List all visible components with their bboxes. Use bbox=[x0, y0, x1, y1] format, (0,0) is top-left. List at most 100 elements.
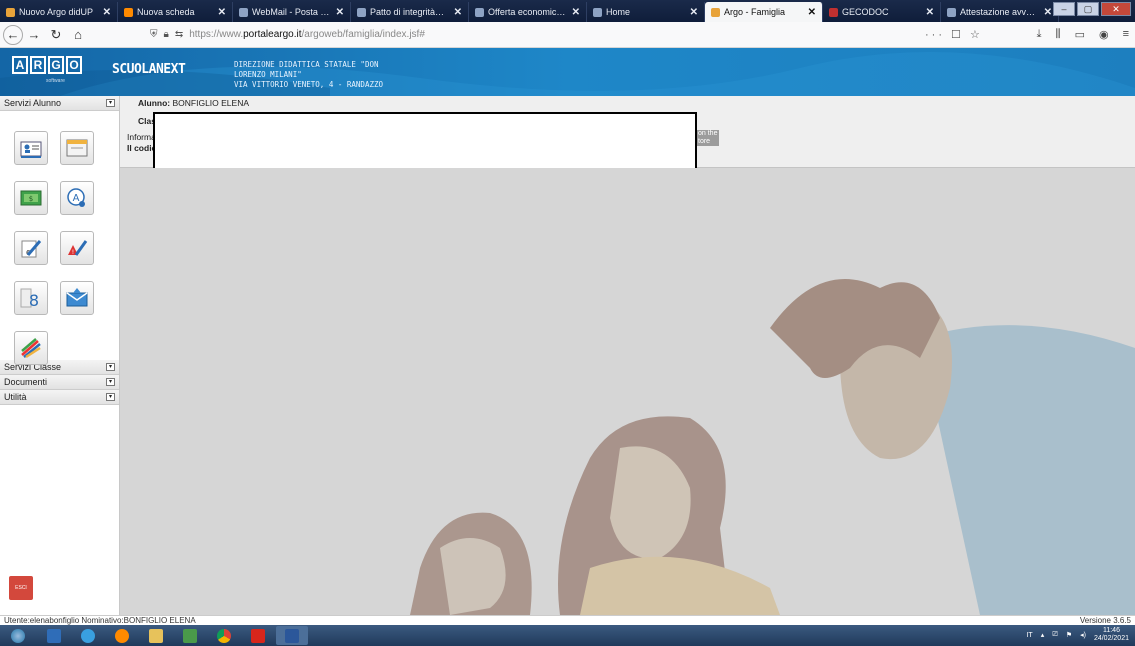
taskbar-app[interactable] bbox=[174, 626, 206, 645]
taskbar-acrobat[interactable] bbox=[242, 626, 274, 645]
close-tab-icon[interactable]: ✕ bbox=[572, 7, 580, 18]
registry-button[interactable] bbox=[60, 131, 94, 165]
section-utilita[interactable]: Utilità ▾ bbox=[0, 390, 119, 405]
url-prefix: https://www. bbox=[189, 29, 244, 40]
close-tab-icon[interactable]: ✕ bbox=[454, 7, 462, 18]
collapse-icon[interactable]: ▾ bbox=[106, 99, 115, 107]
library-icon[interactable]: ⫼ bbox=[1056, 28, 1061, 41]
activities-button[interactable] bbox=[14, 331, 48, 365]
download-icon[interactable]: ⤓ bbox=[1037, 28, 1042, 41]
menu-icon[interactable]: ≡ bbox=[1123, 28, 1129, 41]
forward-button[interactable]: → bbox=[23, 27, 45, 42]
browser-tab[interactable]: Nuova scheda ✕ bbox=[118, 2, 233, 22]
network-icon[interactable]: ⎚ bbox=[1052, 631, 1058, 639]
browser-tab[interactable]: Offerta economica_DON MIL ✕ bbox=[469, 2, 587, 22]
app-header: A R G O software SCUOLANEXT DIREZIONE DI… bbox=[0, 48, 1135, 96]
taskbar-ie[interactable] bbox=[72, 626, 104, 645]
browser-tab[interactable]: Nuovo Argo didUP ✕ bbox=[0, 2, 118, 22]
student-services-grid: $ A 6 ! 8 bbox=[0, 111, 119, 365]
home-button[interactable]: ⌂ bbox=[67, 27, 89, 42]
close-tab-icon[interactable]: ✕ bbox=[808, 7, 816, 18]
maximize-button[interactable]: ▢ bbox=[1077, 2, 1099, 16]
window-controls: – ▢ ✕ bbox=[1053, 2, 1131, 16]
school-line: DIREZIONE DIDATTICA STATALE "DON bbox=[234, 60, 379, 69]
close-tab-icon[interactable]: ✕ bbox=[218, 7, 226, 18]
language-indicator[interactable]: IT bbox=[1026, 632, 1032, 639]
mail-icon bbox=[239, 7, 248, 17]
logo-subtitle: software bbox=[46, 78, 65, 84]
report-card-icon: 8 bbox=[20, 288, 39, 310]
product-name: SCUOLANEXT bbox=[112, 62, 186, 77]
windows-taskbar: IT ▴ ⎚ ⚑ ◂) 11:46 24/02/2021 bbox=[0, 625, 1135, 646]
browser-tab[interactable]: WebMail - Posta in arrivo - c ✕ bbox=[233, 2, 351, 22]
document-icon bbox=[357, 7, 366, 17]
school-info: DIREZIONE DIDATTICA STATALE "DON LORENZO… bbox=[234, 60, 383, 90]
tab-title: Argo - Famiglia bbox=[724, 7, 786, 17]
taskbar-media-player[interactable] bbox=[38, 626, 70, 645]
url-bar[interactable]: ⛨ 🔒︎ ⇆ https://www. portaleargo.it/argowe… bbox=[150, 25, 980, 45]
student-data-button[interactable] bbox=[14, 131, 48, 165]
status-bar: Utente:elenabonfiglio Nominativo:BONFIGL… bbox=[0, 615, 1135, 625]
student-label: Alunno: bbox=[138, 98, 171, 108]
taskbar-word[interactable] bbox=[276, 626, 308, 645]
browser-tab[interactable]: GECODOC ✕ bbox=[823, 2, 941, 22]
sidebar-icon[interactable]: ▭ bbox=[1075, 28, 1085, 41]
grades-button[interactable]: 6 bbox=[14, 231, 48, 265]
messages-button[interactable] bbox=[60, 281, 94, 315]
browser-tab-bar: Nuovo Argo didUP ✕ Nuova scheda ✕ WebMail - … bbox=[0, 0, 1135, 22]
section-documenti[interactable]: Documenti ▾ bbox=[0, 375, 119, 390]
tab-title: WebMail - Posta in arrivo - c bbox=[252, 7, 330, 17]
close-window-button[interactable]: ✕ bbox=[1101, 2, 1131, 16]
school-line: VIA VITTORIO VENETO, 4 - RANDAZZO bbox=[234, 80, 384, 89]
start-button[interactable] bbox=[0, 626, 36, 645]
info-text: Informa bbox=[127, 132, 156, 142]
close-tab-icon[interactable]: ✕ bbox=[1044, 7, 1052, 18]
reload-button[interactable]: ↻ bbox=[45, 27, 67, 43]
expand-icon[interactable]: ▾ bbox=[106, 393, 115, 401]
notes-button[interactable]: ! bbox=[60, 231, 94, 265]
student-card-icon bbox=[20, 141, 42, 158]
logo-letter: G bbox=[48, 56, 64, 74]
page-actions[interactable]: ··· ☐ ☆ bbox=[925, 28, 983, 41]
flag-icon[interactable]: ⚑ bbox=[1066, 631, 1072, 639]
close-tab-icon[interactable]: ✕ bbox=[336, 7, 344, 18]
svg-text:8: 8 bbox=[29, 291, 39, 310]
volume-icon[interactable]: ◂) bbox=[1080, 631, 1086, 639]
account-icon[interactable]: ◉ bbox=[1099, 28, 1109, 41]
attendance-button[interactable]: A bbox=[60, 181, 94, 215]
tray-arrow-icon[interactable]: ▴ bbox=[1041, 631, 1045, 639]
store-badge[interactable]: on the tore bbox=[696, 130, 720, 146]
shield-icon: ⛨ bbox=[150, 29, 158, 40]
document-icon bbox=[475, 7, 484, 17]
browser-tab[interactable]: Argo - Famiglia ✕ bbox=[705, 2, 823, 22]
fees-button[interactable]: $ bbox=[14, 181, 48, 215]
logo-letter: O bbox=[66, 56, 82, 74]
taskbar-firefox[interactable] bbox=[106, 626, 138, 645]
close-tab-icon[interactable]: ✕ bbox=[690, 7, 698, 18]
browser-tab[interactable]: Home ✕ bbox=[587, 2, 705, 22]
envelope-icon bbox=[66, 288, 88, 307]
close-tab-icon[interactable]: ✕ bbox=[926, 7, 934, 18]
gecodoc-icon bbox=[829, 7, 838, 17]
browser-tab[interactable]: Patto di integrità_DON MILA ✕ bbox=[351, 2, 469, 22]
report-card-button[interactable]: 8 bbox=[14, 281, 48, 315]
section-servizi-alunno[interactable]: Servizi Alunno ▾ bbox=[0, 96, 119, 111]
permissions-icon: ⇆ bbox=[174, 29, 184, 40]
expand-icon[interactable]: ▾ bbox=[106, 378, 115, 386]
url-domain: portaleargo.it bbox=[243, 29, 302, 40]
money-icon: $ bbox=[20, 190, 42, 206]
url-path: /argoweb/famiglia/index.jsf# bbox=[301, 29, 425, 40]
taskbar-explorer[interactable] bbox=[140, 626, 172, 645]
argo-icon bbox=[6, 7, 15, 17]
back-button[interactable]: ← bbox=[3, 24, 23, 45]
taskbar-chrome[interactable] bbox=[208, 626, 240, 645]
close-tab-icon[interactable]: ✕ bbox=[103, 7, 111, 18]
home-icon bbox=[593, 7, 602, 17]
clock[interactable]: 11:46 24/02/2021 bbox=[1094, 627, 1129, 643]
document-icon bbox=[947, 7, 956, 17]
expand-icon[interactable]: ▾ bbox=[106, 363, 115, 371]
exit-button[interactable]: ESCI bbox=[9, 576, 33, 600]
browser-tab[interactable]: Attestazione avvenuto sopral ✕ bbox=[941, 2, 1059, 22]
minimize-button[interactable]: – bbox=[1053, 2, 1075, 16]
section-label: Utilità bbox=[4, 392, 27, 402]
